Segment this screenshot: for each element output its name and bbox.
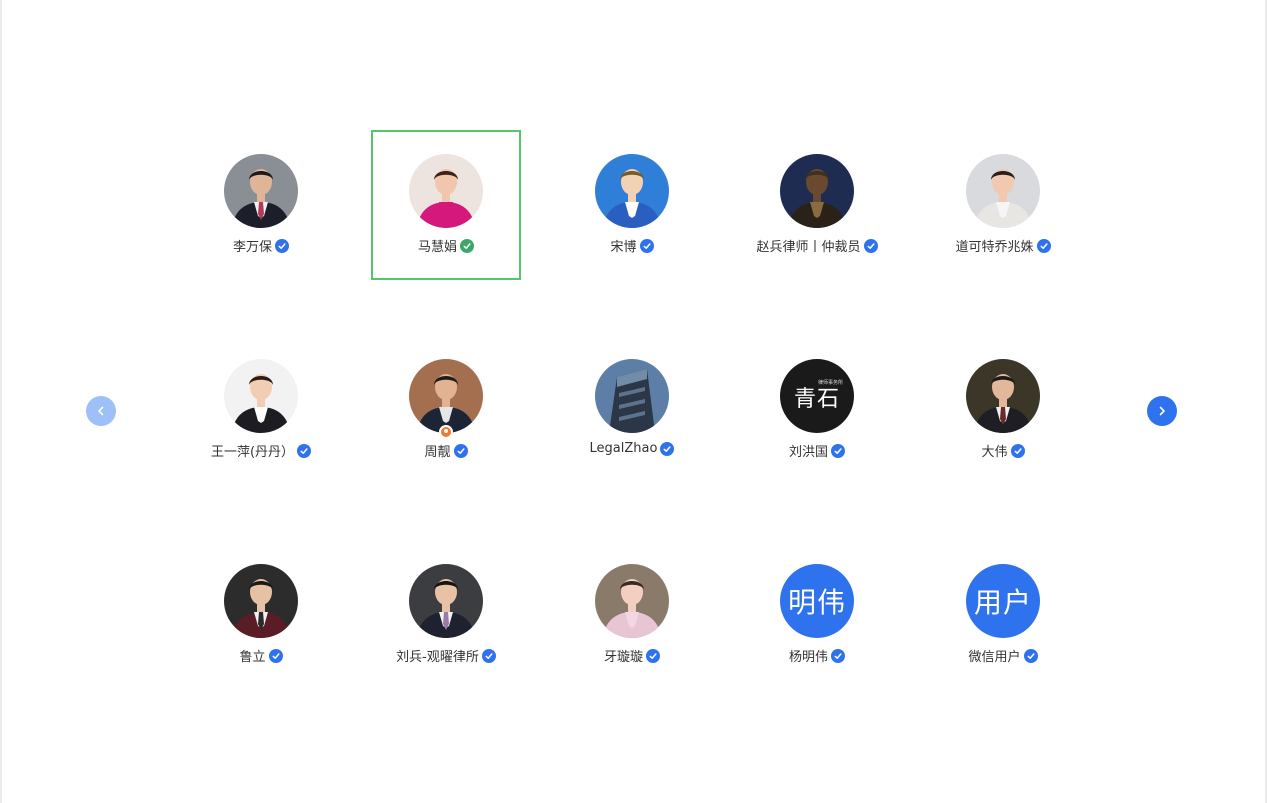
verified-badge-icon — [639, 238, 654, 253]
avatar-photo — [966, 359, 1040, 433]
profile-name-row: 杨明伟 — [789, 646, 845, 665]
avatar[interactable] — [595, 564, 669, 638]
avatar-photo — [595, 359, 669, 433]
profile-name[interactable]: 马慧娟 — [418, 236, 457, 255]
profile-name-row: 王一萍(丹丹） — [211, 441, 312, 460]
chevron-right-icon — [1159, 406, 1165, 416]
avatar[interactable] — [409, 154, 483, 228]
profile-card[interactable]: 周靓 — [371, 335, 521, 485]
profile-name-row: 宋博 — [610, 236, 654, 255]
avatar-photo — [595, 564, 669, 638]
profile-name-row: 马慧娟 — [418, 236, 474, 255]
profile-name-row: 微信用户 — [968, 646, 1038, 665]
profile-card[interactable]: 青石 律师事务所刘洪国 — [742, 335, 892, 485]
avatar-text: 明伟 — [780, 564, 854, 638]
profile-card[interactable]: 鲁立 — [186, 540, 336, 690]
verified-badge-icon — [268, 648, 283, 663]
profile-name[interactable]: 大伟 — [981, 441, 1007, 460]
avatar-photo — [409, 564, 483, 638]
verified-badge-icon — [453, 443, 468, 458]
avatar[interactable] — [224, 359, 298, 433]
avatar[interactable]: 明伟 — [780, 564, 854, 638]
avatar-photo — [224, 564, 298, 638]
profile-name[interactable]: 赵兵律师丨仲裁员 — [756, 236, 860, 255]
law-firm-logo-subtext: 律师事务所 — [818, 380, 844, 386]
profile-card[interactable]: LegalZhao — [557, 335, 707, 485]
verified-badge-icon — [863, 238, 878, 253]
avatar[interactable] — [224, 154, 298, 228]
profile-card[interactable]: 道可特乔兆姝 — [928, 130, 1078, 280]
left-frame-edge — [0, 0, 2, 803]
carousel-next-button[interactable] — [1147, 396, 1177, 426]
verified-badge-icon — [275, 238, 289, 253]
avatar-text: 用户 — [966, 564, 1040, 638]
verified-badge-icon — [831, 443, 845, 458]
avatar[interactable] — [966, 359, 1040, 433]
profile-name-row: 刘洪国 — [789, 441, 845, 460]
verified-badge-icon — [831, 648, 845, 663]
profile-card[interactable]: 牙璇璇 — [557, 540, 707, 690]
verified-badge-icon — [646, 648, 660, 663]
profile-card[interactable]: 赵兵律师丨仲裁员 — [742, 130, 892, 280]
verified-badge-icon — [660, 441, 675, 456]
profile-name[interactable]: 杨明伟 — [789, 646, 828, 665]
profile-card[interactable]: 李万保 — [186, 130, 336, 280]
avatar[interactable]: 用户 — [966, 564, 1040, 638]
profile-name[interactable]: 牙璇璇 — [604, 646, 643, 665]
verified-badge-icon — [1023, 648, 1038, 663]
avatar-photo — [780, 154, 854, 228]
avatar[interactable] — [966, 154, 1040, 228]
profile-name-row: 李万保 — [233, 236, 289, 255]
avatar-photo — [224, 359, 298, 433]
profile-card[interactable]: 大伟 — [928, 335, 1078, 485]
profile-name[interactable]: 刘兵-观曜律所 — [396, 646, 479, 665]
avatar-photo — [224, 154, 298, 228]
profile-name-row: 鲁立 — [239, 646, 283, 665]
verified-badge-icon — [481, 648, 496, 663]
profile-name[interactable]: 宋博 — [610, 236, 636, 255]
profile-card[interactable]: 马慧娟 — [371, 130, 521, 280]
profile-name[interactable]: 周靓 — [424, 441, 450, 460]
profile-card[interactable]: 明伟杨明伟 — [742, 540, 892, 690]
profile-name[interactable]: 李万保 — [233, 236, 272, 255]
profile-card[interactable]: 用户 微信用户 — [928, 540, 1078, 690]
profile-name[interactable]: 道可特乔兆姝 — [955, 236, 1033, 255]
verified-badge-icon — [297, 443, 312, 458]
profile-name[interactable]: 王一萍(丹丹） — [211, 441, 294, 460]
avatar[interactable] — [224, 564, 298, 638]
avatar-photo — [966, 154, 1040, 228]
avatar[interactable] — [595, 359, 669, 433]
verified-badge-icon — [1010, 443, 1025, 458]
profile-card[interactable]: 宋博 — [557, 130, 707, 280]
avatar[interactable] — [595, 154, 669, 228]
avatar[interactable]: 青石 律师事务所 — [780, 359, 854, 433]
profile-name-row: 刘兵-观曜律所 — [396, 646, 496, 665]
carousel-prev-button[interactable] — [86, 396, 116, 426]
profile-name[interactable]: 微信用户 — [968, 646, 1020, 665]
user-badge-icon — [439, 425, 453, 439]
law-firm-logo: 青石 律师事务所 — [780, 359, 854, 433]
profile-name-row: 大伟 — [981, 441, 1025, 460]
avatar-photo — [409, 359, 483, 433]
profile-name-row: 道可特乔兆姝 — [955, 236, 1051, 255]
profile-name[interactable]: LegalZhao — [590, 441, 658, 456]
avatar-photo — [409, 154, 483, 228]
profile-card[interactable]: 刘兵-观曜律所 — [371, 540, 521, 690]
avatar-photo — [595, 154, 669, 228]
profile-name-row: LegalZhao — [590, 441, 675, 456]
profile-name-row: 周靓 — [424, 441, 468, 460]
profile-name[interactable]: 刘洪国 — [789, 441, 828, 460]
verified-badge-icon — [460, 238, 474, 253]
chevron-left-icon — [98, 406, 104, 416]
avatar[interactable] — [409, 359, 483, 439]
profile-name[interactable]: 鲁立 — [239, 646, 265, 665]
verified-badge-icon — [1036, 238, 1051, 253]
profile-name-row: 牙璇璇 — [604, 646, 660, 665]
profile-name-row: 赵兵律师丨仲裁员 — [756, 236, 878, 255]
avatar[interactable] — [409, 564, 483, 638]
avatar[interactable] — [780, 154, 854, 228]
profile-card[interactable]: 王一萍(丹丹） — [186, 335, 336, 485]
